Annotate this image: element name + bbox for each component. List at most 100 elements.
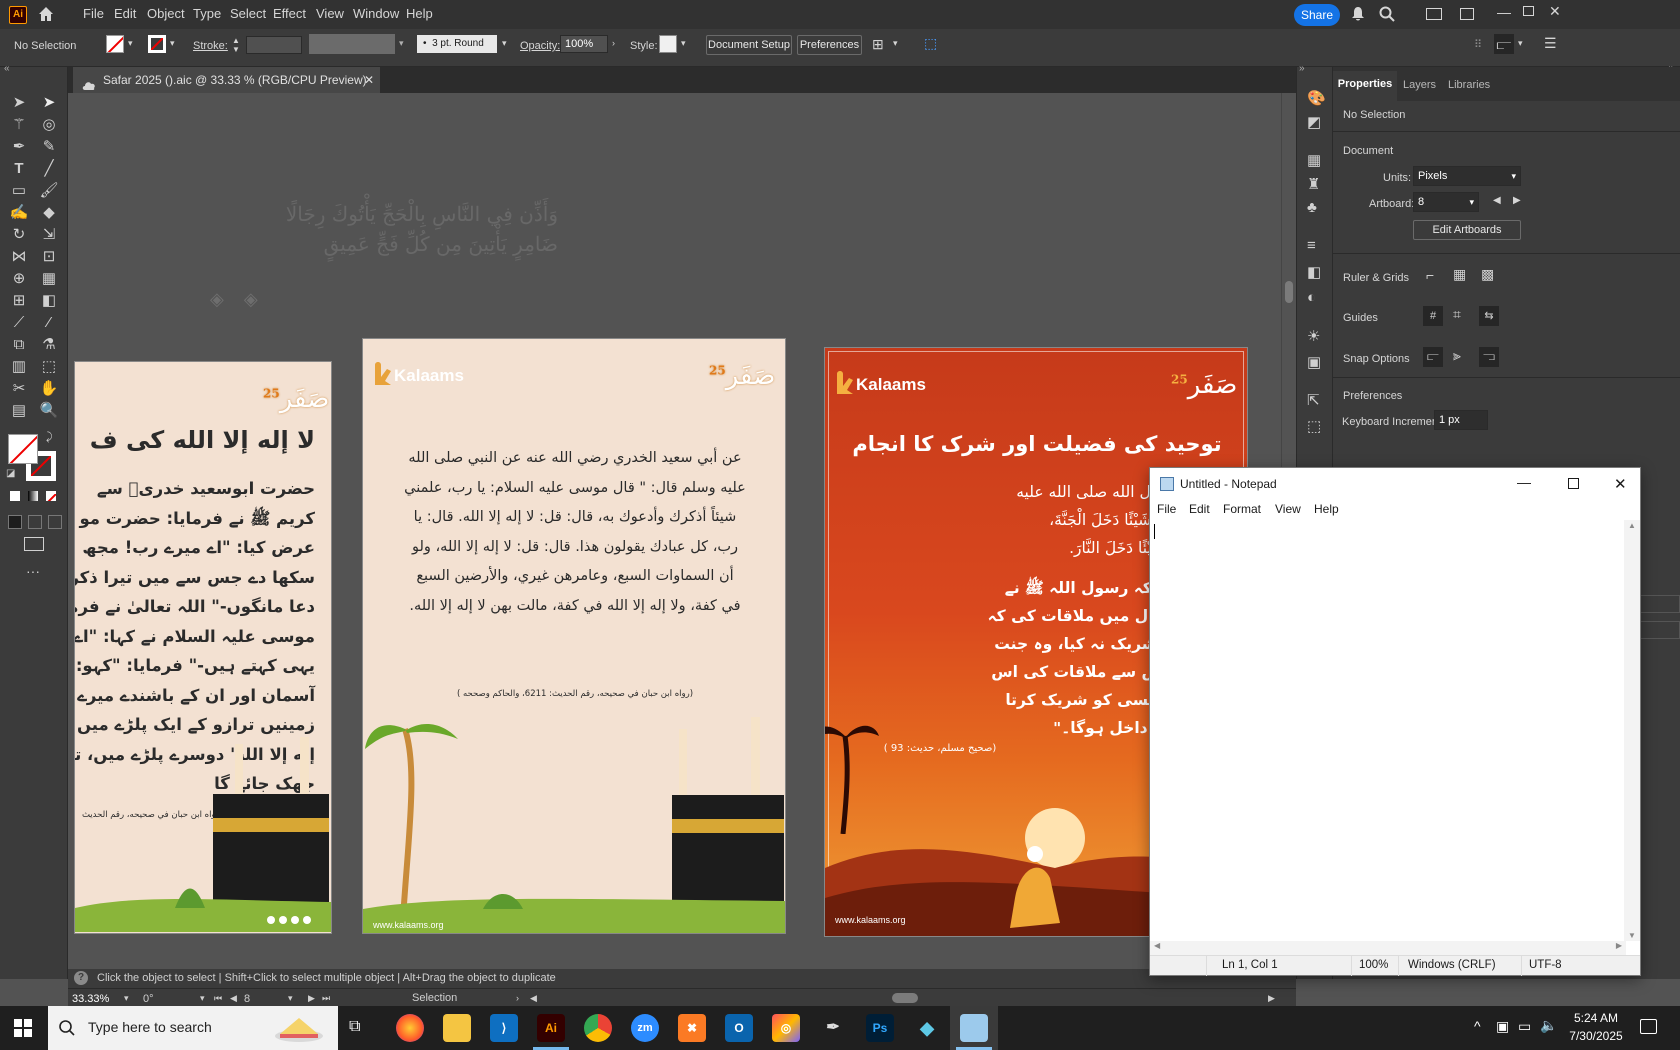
swap-icon[interactable]: ⤸ xyxy=(46,431,53,444)
panel-icon[interactable] xyxy=(1460,8,1474,20)
notepad-menu-help[interactable]: Help xyxy=(1314,502,1339,516)
eyedropper-alt-icon[interactable]: ⁄ xyxy=(38,313,60,333)
stroke-panel-icon[interactable]: ≡ xyxy=(1307,237,1316,254)
clock-date[interactable]: 7/30/2025 xyxy=(1566,1029,1626,1043)
symbol-sprayer-icon[interactable]: ⚗ xyxy=(38,335,60,355)
arrange-icon[interactable] xyxy=(1426,8,1442,20)
fill-color-box[interactable] xyxy=(8,434,38,464)
menu-effect[interactable]: Effect xyxy=(273,6,306,21)
minimize-icon[interactable]: — xyxy=(1497,4,1513,20)
swatches-panel-icon[interactable]: ▦ xyxy=(1307,151,1321,169)
tab-layers[interactable]: Layers xyxy=(1403,79,1436,91)
screen-mode-icon[interactable] xyxy=(24,537,44,551)
paintbrush-icon[interactable]: 🖌 xyxy=(38,181,60,201)
hscroll-right-icon[interactable]: ▶ xyxy=(1616,941,1622,950)
more-tools-icon[interactable]: ··· xyxy=(26,563,40,579)
grid-icon[interactable]: ▦ xyxy=(1453,266,1466,283)
xampp-icon[interactable]: ✖ xyxy=(678,1014,706,1042)
firefox-icon[interactable] xyxy=(396,1014,424,1042)
shape-builder-icon[interactable]: ⊕ xyxy=(8,269,30,289)
arrange-docs-icon[interactable]: ⠿ xyxy=(1474,38,1482,51)
taskbar-search[interactable]: Type here to search xyxy=(48,1006,338,1050)
notepad-close-icon[interactable]: ✕ xyxy=(1614,475,1627,493)
share-button[interactable]: Share xyxy=(1294,4,1340,26)
prev-artboard-nav-icon[interactable]: ◀ xyxy=(230,989,237,1007)
status-arrow-icon[interactable]: › xyxy=(516,989,519,1007)
hscroll-left-icon[interactable]: ◀ xyxy=(1154,941,1160,950)
menu-window[interactable]: Window xyxy=(353,6,399,21)
default-colors-icon[interactable]: ◪ xyxy=(6,468,15,479)
menu-edit[interactable]: Edit xyxy=(114,6,136,21)
notepad-maximize-icon[interactable] xyxy=(1568,478,1579,489)
notepad-menu-format[interactable]: Format xyxy=(1223,502,1261,516)
draw-behind-icon[interactable] xyxy=(28,515,42,529)
keyboard-increment-field[interactable]: 1 px xyxy=(1434,410,1488,430)
artboards-panel-icon[interactable]: ⬚ xyxy=(1307,417,1321,435)
lasso-icon[interactable]: ◎ xyxy=(38,115,60,135)
search-icon[interactable] xyxy=(1378,5,1396,23)
canvas-vscroll-thumb[interactable] xyxy=(1285,281,1293,303)
scale-icon[interactable]: ⇲ xyxy=(38,225,60,245)
artboard-nav-chevron-icon[interactable]: ▾ xyxy=(288,989,293,1007)
units-dropdown[interactable]: Pixels ▾ xyxy=(1413,166,1521,186)
hscroll-right-icon[interactable]: ▶ xyxy=(1268,989,1275,1007)
snap-point-icon[interactable]: ⫍ xyxy=(1423,347,1443,367)
transform-icon[interactable]: ⬚ xyxy=(924,35,940,51)
panel-menu-icon[interactable]: ☰ xyxy=(1544,35,1557,52)
zoom-tool-icon[interactable]: 🔍 xyxy=(38,401,60,421)
canvas-hscroll-thumb[interactable] xyxy=(892,993,918,1003)
artboard-middle[interactable]: Kalaams صَفَر25 عن أبي سعيد الخدري رضي ا… xyxy=(362,338,786,934)
next-artboard-nav-icon[interactable]: ▶ xyxy=(308,989,315,1007)
color-mode-icon[interactable] xyxy=(10,491,20,501)
notepad-menu-file[interactable]: File xyxy=(1157,502,1176,516)
direct-selection-tool-icon[interactable]: ➤ xyxy=(38,93,60,113)
color-panel-icon[interactable]: 🎨 xyxy=(1307,89,1326,107)
vector-app-icon[interactable]: ◆ xyxy=(913,1014,941,1042)
eyedropper-icon[interactable]: ⟋ xyxy=(8,313,30,333)
smart-guides-icon[interactable]: ⇆ xyxy=(1479,306,1499,326)
next-artboard-icon[interactable]: ▶ xyxy=(1513,195,1521,206)
stroke-weight-stepper[interactable]: ▲ ▼ xyxy=(232,36,244,54)
free-transform-icon[interactable]: ⊡ xyxy=(38,247,60,267)
snap-pixel-icon[interactable]: ⫎ xyxy=(1479,347,1499,367)
menu-file[interactable]: File xyxy=(83,6,104,21)
align-icon[interactable]: ⊞ xyxy=(872,36,888,52)
creative-cloud-icon[interactable]: ◎ xyxy=(772,1014,800,1042)
document-setup-button[interactable]: Document Setup xyxy=(706,35,792,55)
transparency-panel-icon[interactable]: ◐ xyxy=(1307,289,1316,306)
first-artboard-icon[interactable]: ⏮ xyxy=(214,989,222,1007)
vscroll-up-icon[interactable]: ▲ xyxy=(1628,521,1636,530)
symbols-panel-icon[interactable]: ♣ xyxy=(1307,199,1317,216)
guides-lock-icon[interactable]: ⌗ xyxy=(1453,306,1461,323)
stroke-dropdown-icon[interactable]: ▾ xyxy=(170,38,175,49)
zoom-icon[interactable]: zm xyxy=(631,1014,659,1042)
brush-field[interactable]: • 3 pt. Round xyxy=(417,35,497,53)
export-panel-icon[interactable]: ⇱ xyxy=(1307,391,1320,409)
artboard-tool-icon[interactable]: ⬚ xyxy=(38,357,60,377)
toolbar-collapse-icon[interactable]: « xyxy=(4,63,10,74)
perspective-icon[interactable]: ▦ xyxy=(38,269,60,289)
prev-artboard-icon[interactable]: ◀ xyxy=(1493,195,1501,206)
mesh-icon[interactable]: ⊞ xyxy=(8,291,30,311)
asset-panel-icon[interactable]: ◩ xyxy=(1307,113,1321,131)
notepad-menu-edit[interactable]: Edit xyxy=(1189,502,1210,516)
align-tool-icon[interactable]: ▤ xyxy=(8,401,30,421)
start-icon[interactable] xyxy=(14,1019,32,1037)
style-dropdown-icon[interactable]: ▾ xyxy=(681,38,686,49)
bell-icon[interactable] xyxy=(1350,6,1366,22)
draw-normal-icon[interactable] xyxy=(8,515,22,529)
hand-tool-icon[interactable]: ✋ xyxy=(38,379,60,399)
blend-icon[interactable]: ⧉ xyxy=(8,335,30,355)
brush-dropdown-icon[interactable]: ▾ xyxy=(502,38,507,49)
guides-show-icon[interactable]: # xyxy=(1423,306,1443,326)
tray-display-icon[interactable]: ▣ xyxy=(1496,1018,1509,1035)
menu-select[interactable]: Select xyxy=(230,6,266,21)
network-icon[interactable]: ▭ xyxy=(1518,1018,1531,1035)
document-tab[interactable]: Safar 2025 ().aic @ 33.33 % (RGB/CPU Pre… xyxy=(73,67,380,93)
artboard-dropdown[interactable]: 8 ▾ xyxy=(1413,192,1479,212)
notepad-menu-view[interactable]: View xyxy=(1275,502,1301,516)
vscroll-down-icon[interactable]: ▼ xyxy=(1628,931,1636,940)
variable-width-bar[interactable] xyxy=(309,34,395,54)
magic-wand-icon[interactable]: ⚚ xyxy=(8,115,30,135)
menu-view[interactable]: View xyxy=(316,6,344,21)
